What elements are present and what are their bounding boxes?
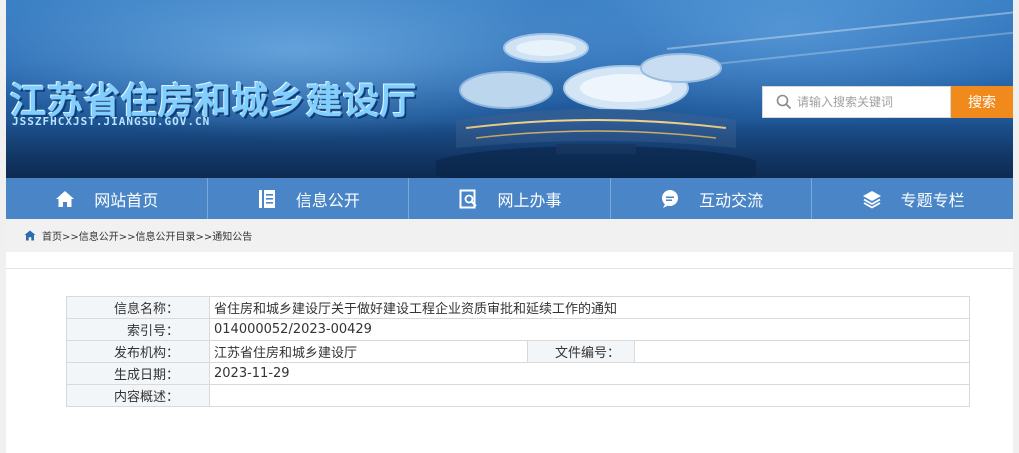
home-icon [24,230,36,242]
table-row: 索引号： 014000052/2023-00429 [66,318,970,341]
search-input[interactable] [797,88,947,116]
site-domain: JSSZFHCXJST.JIANGSU.GOV.CN [12,115,211,128]
divider [6,268,1013,269]
info-value-date: 2023-11-29 [209,362,970,385]
page: 江苏省住房和城乡建设厅 JSSZFHCXJST.JIANGSU.GOV.CN 搜… [6,0,1013,453]
nav-label: 互动交流 [699,190,764,210]
info-value-publisher: 江苏省住房和城乡建设厅 [209,340,528,363]
breadcrumb: 首页>>信息公开>>信息公开目录>>通知公告 [6,219,1013,252]
search-button[interactable]: 搜索 [951,86,1013,118]
home-icon [54,188,76,210]
info-value-title: 省住房和城乡建设厅关于做好建设工程企业资质审批和延续工作的通知 [209,296,970,319]
info-label: 索引号： [66,318,210,341]
search-icon [771,87,797,117]
document-icon [256,188,278,210]
search-box [762,86,951,118]
chat-icon [659,188,681,210]
nav-item-online-services[interactable]: 网上办事 [409,178,611,219]
nav-item-interaction[interactable]: 互动交流 [611,178,813,219]
site-banner: 江苏省住房和城乡建设厅 JSSZFHCXJST.JIANGSU.GOV.CN 搜… [6,0,1013,178]
nav-item-home[interactable]: 网站首页 [6,178,208,219]
table-row: 生成日期： 2023-11-29 [66,362,970,385]
main-nav: 网站首页 信息公开 网上办事 互动交流 专题专栏 [6,178,1013,219]
nav-label: 专题专栏 [900,190,965,210]
info-label: 信息名称： [66,296,210,319]
form-icon [457,188,479,210]
info-label: 生成日期： [66,362,210,385]
info-value-index: 014000052/2023-00429 [209,318,970,341]
nav-label: 网上办事 [497,190,562,210]
info-label-doc-number: 文件编号： [527,340,635,363]
nav-item-special-topics[interactable]: 专题专栏 [812,178,1013,219]
nav-label: 信息公开 [295,190,360,210]
info-label: 内容概述： [66,384,210,407]
nav-item-info-disclosure[interactable]: 信息公开 [208,178,410,219]
layers-icon [861,188,883,210]
nav-label: 网站首页 [94,190,159,210]
info-value-summary [209,384,970,407]
info-value-doc-number [634,340,970,363]
table-row: 发布机构： 江苏省住房和城乡建设厅 文件编号： [66,340,970,363]
info-label: 发布机构： [66,340,210,363]
table-row: 内容概述： [66,384,970,407]
info-table: 信息名称： 省住房和城乡建设厅关于做好建设工程企业资质审批和延续工作的通知 索引… [66,296,970,407]
table-row: 信息名称： 省住房和城乡建设厅关于做好建设工程企业资质审批和延续工作的通知 [66,296,970,319]
breadcrumb-text[interactable]: 首页>>信息公开>>信息公开目录>>通知公告 [42,228,252,243]
